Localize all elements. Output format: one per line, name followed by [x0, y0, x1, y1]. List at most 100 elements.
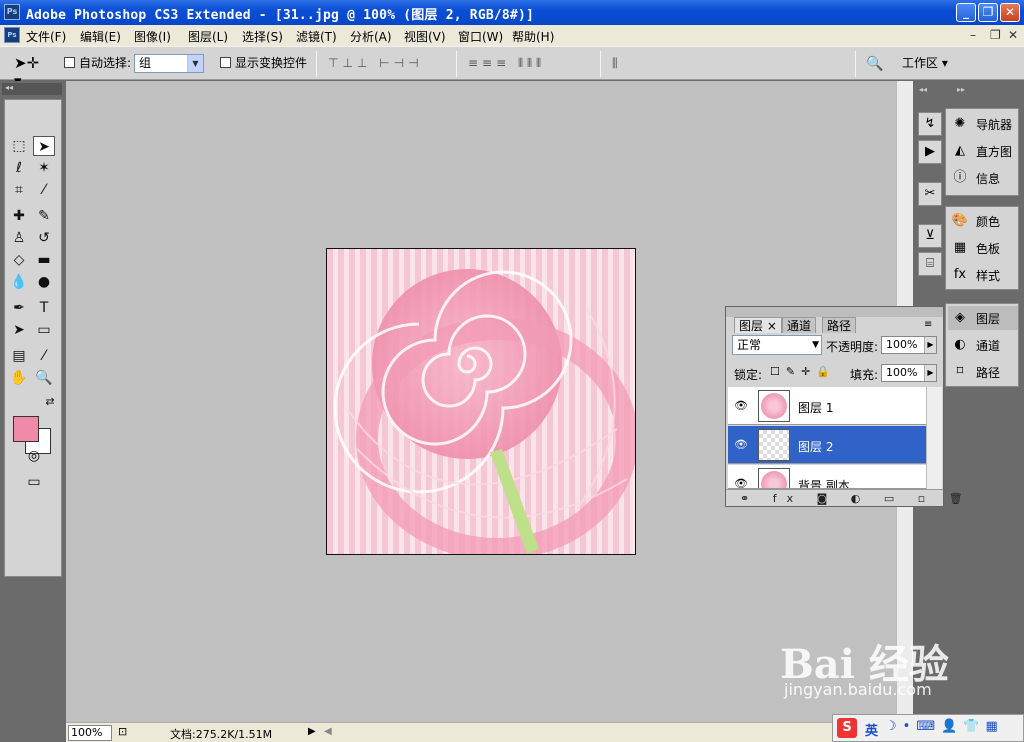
- doc-restore-icon[interactable]: ❐: [990, 28, 1001, 42]
- clone-stamp-tool-icon[interactable]: ♙: [8, 228, 30, 248]
- screen-mode-icon[interactable]: ▭: [23, 472, 45, 492]
- menu-analysis[interactable]: 分析(A): [350, 28, 392, 45]
- rectangle-tool-icon[interactable]: ▭: [33, 320, 55, 340]
- layer-row-selected[interactable]: 👁 图层 2: [728, 426, 926, 464]
- slice-tool-icon[interactable]: ⁄: [33, 180, 55, 200]
- magic-wand-tool-icon[interactable]: ✶: [33, 158, 55, 178]
- brush-tool-icon[interactable]: ✎: [33, 206, 55, 226]
- menu-filter[interactable]: 滤镜(T): [296, 28, 337, 45]
- menu-file[interactable]: 文件(F): [26, 28, 66, 45]
- menu-select[interactable]: 选择(S): [242, 28, 283, 45]
- marquee-tool-icon[interactable]: ⬚: [8, 136, 30, 156]
- history-brush-tool-icon[interactable]: ↺: [33, 228, 55, 248]
- distribute-buttons-group[interactable]: ≡≡≡ ⫴⫴⫴: [468, 56, 545, 72]
- foreground-color-swatch[interactable]: [13, 416, 39, 442]
- fill-input[interactable]: 100% ▶: [881, 364, 937, 382]
- auto-select-dropdown[interactable]: 组 ▼: [134, 54, 204, 73]
- path-selection-tool-icon[interactable]: ➤: [8, 320, 30, 340]
- eye-visibility-icon[interactable]: 👁: [732, 399, 750, 413]
- eye-visibility-icon[interactable]: 👁: [732, 477, 750, 488]
- panel-paths[interactable]: ⌑ 路径: [948, 360, 1018, 384]
- close-button[interactable]: ✕: [1000, 3, 1020, 22]
- separator: [855, 51, 856, 77]
- bridge-icon[interactable]: 🔍: [866, 56, 887, 72]
- history-panel-icon[interactable]: ↯: [918, 112, 942, 136]
- brushes-panel-icon[interactable]: ⊻: [918, 224, 942, 248]
- eraser-tool-icon[interactable]: ◇: [8, 250, 30, 270]
- ime-tool-icons[interactable]: ☽•⌨👤👕▦: [885, 719, 1004, 734]
- panel-menu-icon[interactable]: ≡: [924, 319, 932, 330]
- fill-slider-arrow-icon[interactable]: ▶: [924, 365, 936, 381]
- panel-color[interactable]: 🎨 颜色: [948, 209, 1018, 233]
- collapse-arrows-icon[interactable]: ◂◂: [2, 83, 62, 95]
- move-tool-preset-icon[interactable]: ➤✛ ▾: [14, 54, 48, 90]
- menu-layer[interactable]: 图层(L): [188, 28, 228, 45]
- clone-source-icon[interactable]: ⌸: [918, 252, 942, 276]
- menu-image[interactable]: 图像(I): [134, 28, 171, 45]
- workspace-button[interactable]: 工作区 ▾: [902, 54, 948, 71]
- document-icon[interactable]: Ps: [4, 27, 20, 43]
- type-tool-icon[interactable]: T: [33, 298, 55, 318]
- lock-icons-group[interactable]: ☐✎✛🔒: [770, 365, 836, 378]
- hand-tool-icon[interactable]: ✋: [8, 368, 30, 388]
- panel-title-bar[interactable]: [726, 307, 943, 317]
- eyedropper-tool-icon[interactable]: ⁄: [33, 346, 55, 366]
- tab-paths[interactable]: 路径: [822, 317, 857, 333]
- menu-edit[interactable]: 编辑(E): [80, 28, 121, 45]
- tab-channels[interactable]: 通道: [782, 317, 817, 333]
- lasso-tool-icon[interactable]: ℓ: [8, 158, 30, 178]
- panel-navigator[interactable]: ✺ 导航器: [948, 112, 1018, 136]
- pen-tool-icon[interactable]: ✒: [8, 298, 30, 318]
- healing-brush-tool-icon[interactable]: ✚: [8, 206, 30, 226]
- layers-scrollbar[interactable]: [926, 387, 942, 489]
- expand-arrows-icon[interactable]: ▸▸: [957, 85, 965, 94]
- layer-row[interactable]: 👁 图层 1: [728, 387, 926, 425]
- minimize-button[interactable]: _: [956, 3, 976, 22]
- restore-button[interactable]: ❐: [978, 3, 998, 22]
- align-buttons-group[interactable]: ⊤⊥⊥ ⊢⊣⊣: [328, 56, 423, 72]
- panel-info[interactable]: ⓘ 信息: [948, 166, 1018, 190]
- eye-visibility-icon[interactable]: 👁: [732, 438, 750, 452]
- move-tool-icon[interactable]: ➤: [33, 136, 55, 156]
- auto-select-checkbox[interactable]: [64, 57, 75, 68]
- show-transform-checkbox[interactable]: [220, 57, 231, 68]
- panel-layers[interactable]: ◈ 图层: [948, 306, 1018, 330]
- scroll-left-arrow-icon[interactable]: ◀: [324, 726, 332, 737]
- document-image[interactable]: [326, 248, 636, 555]
- blur-tool-icon[interactable]: 💧: [8, 272, 30, 292]
- opacity-slider-arrow-icon[interactable]: ▶: [924, 337, 936, 353]
- crop-tool-icon[interactable]: ⌗: [8, 180, 30, 200]
- tab-layers[interactable]: 图层 ×: [734, 317, 782, 333]
- panel-channels[interactable]: ◐ 通道: [948, 333, 1018, 357]
- collapse-arrows-icon[interactable]: ◂◂: [919, 85, 927, 94]
- navigator-panel-group: ✺ 导航器 ◭ 直方图 ⓘ 信息: [945, 108, 1019, 196]
- layers-footer-buttons[interactable]: ⚭ fx ◙ ◐ ▭ ▫ 🗑: [726, 489, 963, 506]
- ime-language-toggle[interactable]: 英: [865, 720, 878, 739]
- toolbox: ⬚ ➤ ℓ ✶ ⌗ ⁄ ✚ ✎ ♙ ↺ ◇ ▬ 💧 ● ✒ T ➤ ▭ ▤ ⁄ …: [4, 99, 62, 577]
- swap-colors-icon[interactable]: ⇄: [39, 392, 61, 412]
- dodge-tool-icon[interactable]: ●: [33, 272, 55, 292]
- gradient-tool-icon[interactable]: ▬: [33, 250, 55, 270]
- panel-swatches[interactable]: ▦ 色板: [948, 236, 1018, 260]
- actions-panel-icon[interactable]: ▶: [918, 140, 942, 164]
- panel-histogram[interactable]: ◭ 直方图: [948, 139, 1018, 163]
- notes-tool-icon[interactable]: ▤: [8, 346, 30, 366]
- separator: [456, 51, 457, 77]
- tool-presets-icon[interactable]: ✂: [918, 182, 942, 206]
- panel-styles[interactable]: fx 样式: [948, 263, 1018, 287]
- zoom-field[interactable]: 100%: [68, 725, 112, 741]
- layer-row[interactable]: 👁 背景 副本: [728, 465, 926, 489]
- opacity-input[interactable]: 100% ▶: [881, 336, 937, 354]
- menu-help[interactable]: 帮助(H): [512, 28, 554, 45]
- auto-align-layers-icon[interactable]: ⫼: [612, 56, 622, 72]
- status-menu-arrow-icon[interactable]: ▶: [308, 726, 316, 737]
- doc-close-icon[interactable]: ✕: [1008, 28, 1018, 42]
- blend-mode-dropdown[interactable]: 正常 ▼: [732, 335, 822, 355]
- status-info-icon[interactable]: ⊡: [118, 725, 127, 738]
- quick-mask-icon[interactable]: ◎: [23, 446, 45, 466]
- menu-view[interactable]: 视图(V): [404, 28, 446, 45]
- sogou-logo[interactable]: S: [837, 718, 857, 738]
- zoom-tool-icon[interactable]: 🔍: [33, 368, 55, 388]
- doc-minimize-icon[interactable]: –: [970, 28, 976, 42]
- menu-window[interactable]: 窗口(W): [458, 28, 503, 45]
